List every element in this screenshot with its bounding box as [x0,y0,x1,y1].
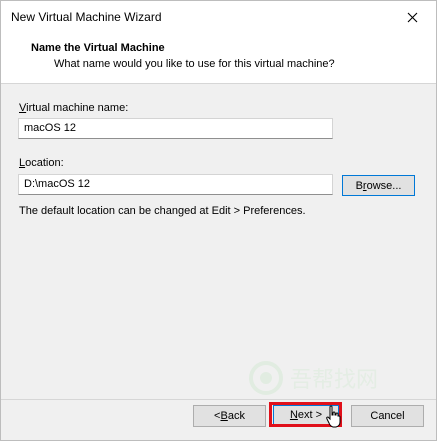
close-icon [407,12,417,22]
browse-button[interactable]: Br owse... [342,175,415,196]
location-field[interactable]: D:\macOS 12 [18,174,333,195]
page-subtitle: What name would you like to use for this… [54,58,335,70]
watermark-logo: 吾帮找网 [246,358,416,398]
mouse-cursor-icon [326,405,341,428]
wizard-header: Name the Virtual Machine What name would… [1,31,436,84]
window-title: New Virtual Machine Wizard [11,10,162,24]
vm-name-label: Virtual machine name: [19,102,129,114]
vm-name-field[interactable]: macOS 12 [18,118,333,139]
back-button[interactable]: < Back [193,405,266,427]
footer-divider [1,399,436,400]
location-hint: The default location can be changed at E… [19,205,306,217]
location-label: Location: [19,157,64,169]
svg-text:吾帮找网: 吾帮找网 [290,368,378,393]
close-button[interactable] [392,2,432,32]
wizard-window: New Virtual Machine Wizard Name the Virt… [0,0,437,441]
cancel-button[interactable]: Cancel [351,405,424,427]
page-title: Name the Virtual Machine [31,42,165,54]
title-bar: New Virtual Machine Wizard [1,1,436,31]
